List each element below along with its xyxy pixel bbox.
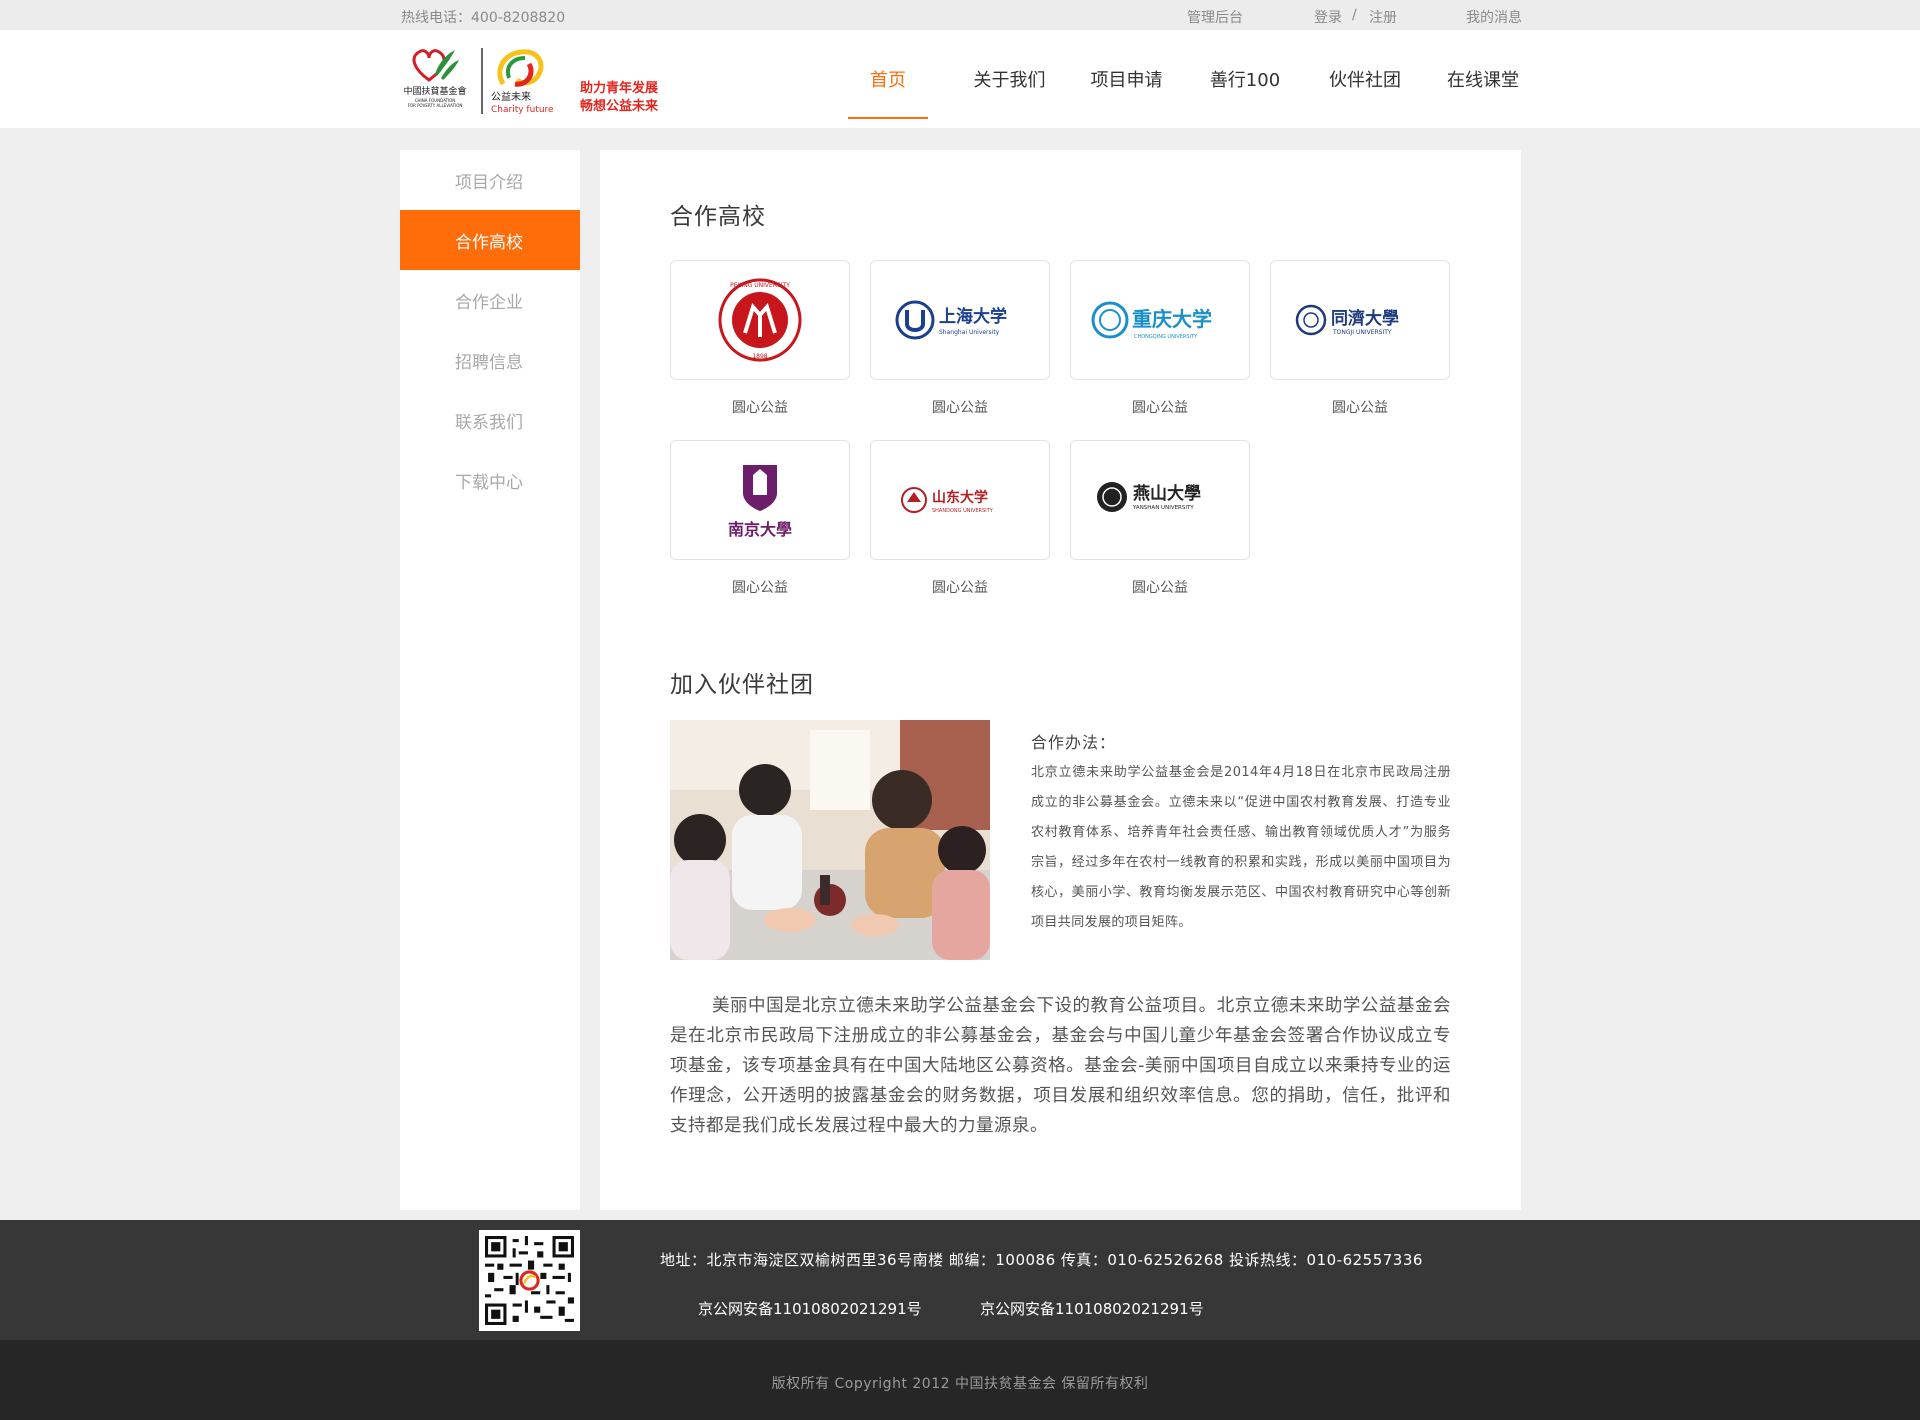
svg-text:重庆大学: 重庆大学	[1132, 307, 1212, 331]
my-messages-link[interactable]: 我的消息	[1466, 7, 1522, 27]
nav-item-online-class[interactable]: 在线课堂	[1425, 30, 1541, 128]
footer-icp-1: 京公网安备11010802021291号	[698, 1300, 922, 1318]
partner-section-title: 加入伙伴社团	[670, 672, 814, 698]
footer-address: 地址：北京市海淀区双榆树西里36号南楼 邮编：100086 传真：010-625…	[660, 1251, 1423, 1269]
university-caption: 圆心公益	[1132, 400, 1188, 416]
svg-text:同濟大學: 同濟大學	[1331, 308, 1399, 329]
university-caption: 圆心公益	[1132, 580, 1188, 596]
svg-text:TONGJI UNIVERSITY: TONGJI UNIVERSITY	[1332, 329, 1392, 336]
hotline-text: 热线电话：400-8208820	[401, 10, 566, 26]
university-card-tongji[interactable]: 同濟大學 TONGJI UNIVERSITY	[1270, 260, 1450, 380]
university-card-shu[interactable]: 上海大学 Shanghai University	[870, 260, 1050, 380]
svg-text:中國扶貧基金會: 中國扶貧基金會	[403, 85, 466, 97]
svg-text:CHONGQING UNIVERSITY: CHONGQING UNIVERSITY	[1134, 334, 1198, 340]
nav-item-home[interactable]: 首页	[848, 30, 928, 128]
tongji-logo: 同濟大學 TONGJI UNIVERSITY	[1295, 304, 1399, 336]
nju-logo: 南京大學	[728, 465, 792, 539]
svg-text:燕山大學: 燕山大學	[1133, 483, 1201, 504]
site-header: 中國扶貧基金會 CHINA FOUNDATION FOR POVERTY ALL…	[0, 30, 1920, 128]
volunteers-photo-graphic	[670, 720, 990, 960]
university-caption: 圆心公益	[1332, 400, 1388, 416]
svg-text:南京大學: 南京大學	[728, 520, 792, 539]
university-card-sdu[interactable]: 山东大学 SHANDONG UNIVERSITY	[870, 440, 1050, 560]
logo-graphic: 中國扶貧基金會 CHINA FOUNDATION FOR POVERTY ALL…	[403, 48, 659, 115]
sidebar-item-downloads[interactable]: 下载中心	[400, 450, 580, 510]
svg-text:公益未来: 公益未来	[491, 90, 531, 103]
footer-icp-2: 京公网安备11010802021291号	[980, 1300, 1204, 1318]
copyright-text: 版权所有 Copyright 2012 中国扶贫基金会 保留所有权利	[771, 1376, 1149, 1392]
pku-logo: PEKING UNIVERSITY 1898	[718, 278, 802, 362]
svg-text:1898: 1898	[752, 353, 767, 360]
copyright-bar: 版权所有 Copyright 2012 中国扶贫基金会 保留所有权利	[0, 1340, 1920, 1420]
project-intro-paragraph: 美丽中国是北京立德未来助学公益基金会下设的教育公益项目。北京立德未来助学公益基金…	[670, 996, 1451, 1136]
shu-logo: 上海大学 Shanghai University	[895, 300, 1007, 340]
sdu-logo: 山东大学 SHANDONG UNIVERSITY	[901, 487, 994, 514]
university-card-ysu[interactable]: 燕山大學 YANSHAN UNIVERSITY	[1070, 440, 1250, 560]
volunteers-photo	[670, 720, 990, 960]
university-card-cqu[interactable]: 重庆大学 CHONGQING UNIVERSITY	[1070, 260, 1250, 380]
svg-text:助力青年发展: 助力青年发展	[580, 80, 659, 96]
register-link[interactable]: 注册	[1369, 7, 1397, 27]
qr-code-graphic	[485, 1236, 574, 1325]
sidebar: 项目介绍 合作高校 合作企业 招聘信息 联系我们 下载中心	[400, 150, 580, 1210]
university-caption: 圆心公益	[932, 580, 988, 596]
nav-item-apply[interactable]: 项目申请	[1068, 30, 1185, 128]
login-register-separator: /	[1352, 7, 1357, 23]
site-logo[interactable]: 中國扶貧基金會 CHINA FOUNDATION FOR POVERTY ALL…	[399, 44, 669, 116]
svg-text:Shanghai University: Shanghai University	[939, 329, 1000, 336]
cqu-logo: 重庆大学 CHONGQING UNIVERSITY	[1091, 301, 1212, 340]
university-card-pku[interactable]: PEKING UNIVERSITY 1898	[670, 260, 850, 380]
nav-item-partners[interactable]: 伙伴社团	[1305, 30, 1425, 128]
sidebar-item-recruitment[interactable]: 招聘信息	[400, 330, 580, 390]
university-caption: 圆心公益	[932, 400, 988, 416]
svg-text:上海大学: 上海大学	[939, 306, 1007, 327]
svg-text:Charity future: Charity future	[491, 105, 554, 115]
sidebar-item-contact[interactable]: 联系我们	[400, 390, 580, 450]
cooperation-method-title: 合作办法：	[1031, 733, 1117, 752]
top-utility-bar: 热线电话：400-8208820 管理后台 登录 / 注册 我的消息	[0, 0, 1920, 30]
university-caption: 圆心公益	[732, 580, 788, 596]
svg-text:YANSHAN UNIVERSITY: YANSHAN UNIVERSITY	[1132, 505, 1194, 511]
qr-code	[479, 1230, 580, 1331]
university-caption: 圆心公益	[732, 400, 788, 416]
svg-text:FOR POVERTY ALLEVIATION: FOR POVERTY ALLEVIATION	[408, 103, 463, 108]
sidebar-item-project-intro[interactable]: 项目介绍	[400, 150, 580, 210]
main-content: 合作高校 PEKING UNIVERSITY 1898 圆心公益 上海大学 Sh…	[600, 150, 1521, 1210]
site-footer: 地址：北京市海淀区双榆树西里36号南楼 邮编：100086 传真：010-625…	[0, 1220, 1920, 1340]
svg-text:SHANDONG UNIVERSITY: SHANDONG UNIVERSITY	[932, 508, 994, 514]
nav-item-about[interactable]: 关于我们	[951, 30, 1068, 128]
ysu-logo: 燕山大學 YANSHAN UNIVERSITY	[1097, 482, 1201, 512]
svg-text:山东大学: 山东大学	[932, 489, 988, 506]
svg-text:PEKING UNIVERSITY: PEKING UNIVERSITY	[730, 282, 790, 289]
universities-title: 合作高校	[670, 204, 766, 230]
sidebar-item-partner-companies[interactable]: 合作企业	[400, 270, 580, 330]
svg-text:畅想公益未来: 畅想公益未来	[580, 98, 659, 114]
login-link[interactable]: 登录	[1314, 7, 1342, 27]
admin-link[interactable]: 管理后台	[1187, 7, 1243, 27]
sidebar-item-partner-universities[interactable]: 合作高校	[400, 210, 580, 270]
university-card-nju[interactable]: 南京大學	[670, 440, 850, 560]
main-nav: 首页 关于我们 项目申请 善行100 伙伴社团 在线课堂	[848, 30, 1541, 128]
cooperation-method-body: 北京立德未来助学公益基金会是2014年4月18日在北京市民政局注册成立的非公募基…	[1031, 765, 1451, 930]
nav-item-shanxing100[interactable]: 善行100	[1185, 30, 1305, 128]
